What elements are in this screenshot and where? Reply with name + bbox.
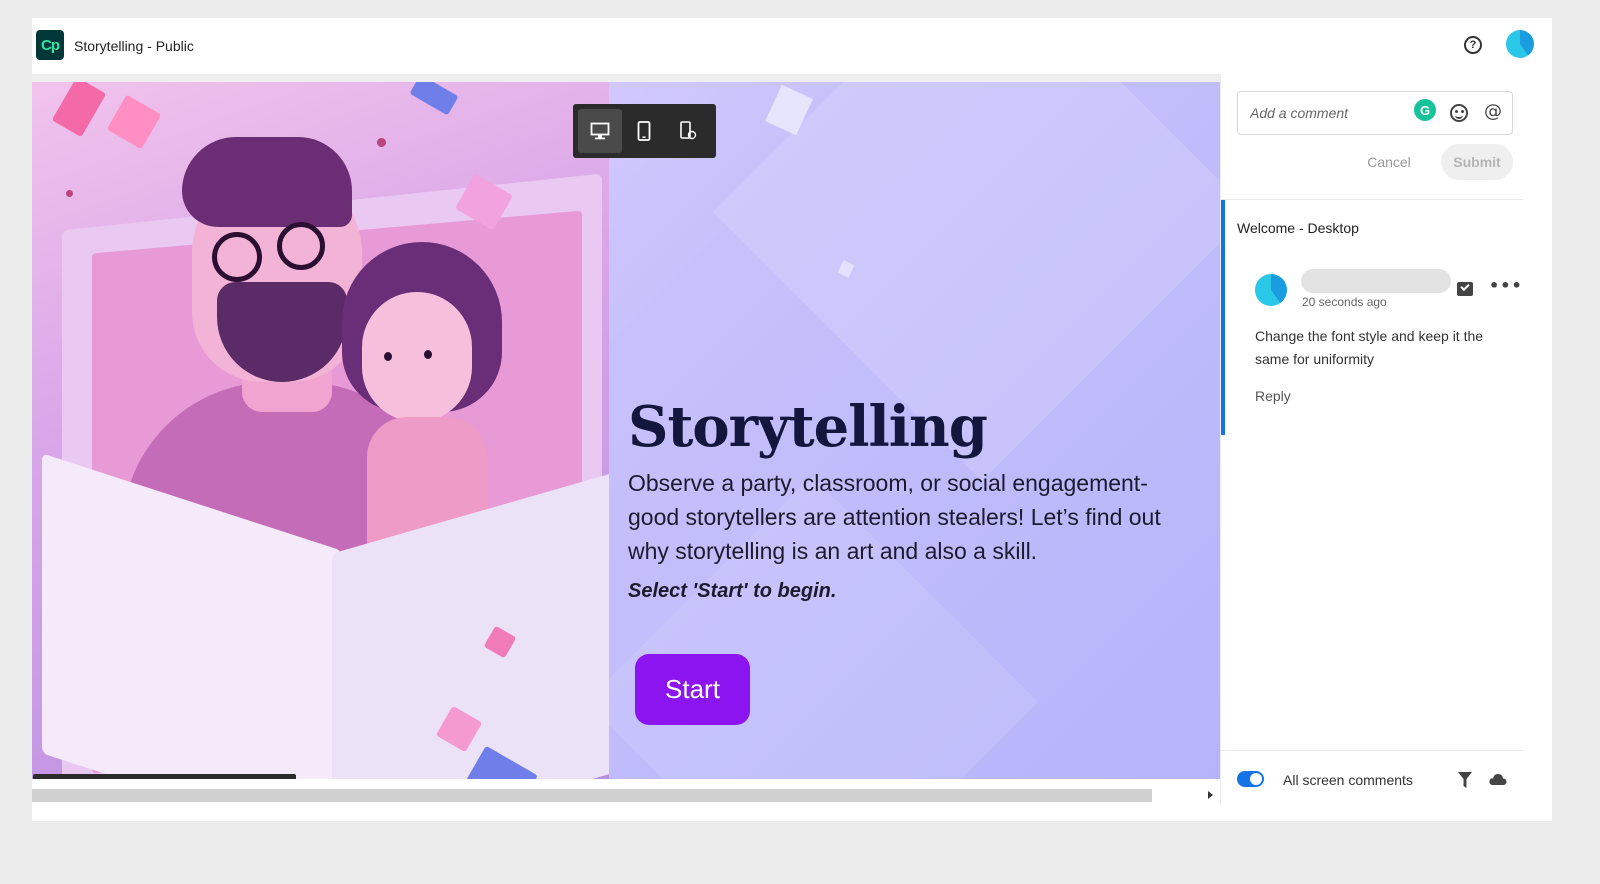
grammarly-icon[interactable]: G [1414, 99, 1436, 121]
comments-panel: G @ Cancel Submit Welcome - Desktop 20 s… [1220, 74, 1523, 804]
slide-prompt: Select 'Start' to begin. [628, 580, 837, 602]
scroll-right-arrow-icon[interactable] [1208, 791, 1213, 799]
play-icon[interactable] [39, 774, 80, 779]
thread-selected-accent [1221, 200, 1225, 435]
comment-thread[interactable]: Welcome - Desktop 20 seconds ago ••• Cha… [1221, 200, 1523, 435]
start-button[interactable]: Start [635, 654, 750, 725]
thread-title: Welcome - Desktop [1237, 220, 1359, 236]
project-title: Storytelling - Public [74, 38, 194, 54]
panel-footer: All screen comments [1221, 750, 1523, 804]
commenter-avatar [1255, 274, 1287, 306]
glasses-right-lens [277, 222, 325, 270]
resolve-comment-icon[interactable] [1457, 282, 1473, 296]
playbar [33, 774, 296, 779]
mobile-rotate-view-button[interactable] [666, 109, 710, 153]
cancel-button[interactable]: Cancel [1357, 146, 1421, 178]
girl-eye [424, 350, 432, 359]
next-slide-icon[interactable] [122, 774, 163, 779]
cloud-icon[interactable] [1489, 772, 1507, 791]
glasses-left-lens [212, 232, 262, 282]
stage-top-strip [32, 74, 1220, 82]
device-preview-toolbar [573, 104, 716, 158]
tablet-view-button[interactable] [622, 109, 666, 153]
slide-body-text: Observe a party, classroom, or social en… [628, 470, 1161, 564]
desktop-icon [590, 122, 610, 140]
all-screen-comments-label: All screen comments [1283, 772, 1413, 788]
floating-dot [64, 188, 75, 199]
submit-button[interactable]: Submit [1441, 144, 1513, 180]
all-screen-comments-toggle[interactable] [1237, 771, 1264, 787]
top-bar: Cp Storytelling - Public ? [32, 18, 1552, 74]
floating-cube [409, 82, 459, 116]
floating-dot [375, 136, 388, 149]
floating-cube [51, 82, 107, 138]
scrollbar-thumb[interactable] [32, 789, 1152, 802]
volume-icon[interactable] [163, 774, 204, 779]
floating-cube [106, 94, 162, 150]
father-hair [182, 137, 352, 227]
slide-title: Storytelling [628, 394, 988, 460]
captivate-logo: Cp [36, 30, 64, 60]
toc-menu-icon[interactable] [204, 774, 245, 779]
comment-timestamp: 20 seconds ago [1302, 295, 1387, 309]
comment-composer: G @ [1237, 91, 1513, 135]
reply-link[interactable]: Reply [1255, 388, 1291, 404]
girl-eye [384, 352, 392, 361]
collapse-chevron-icon[interactable] [255, 774, 296, 779]
emoji-icon[interactable] [1450, 104, 1468, 122]
filter-icon[interactable] [1457, 771, 1473, 794]
rewind-icon[interactable] [80, 774, 121, 779]
mobile-rotate-icon [680, 121, 697, 140]
girl-face [362, 292, 472, 422]
more-options-icon[interactable]: ••• [1489, 276, 1523, 295]
comment-text: Change the font style and keep it the sa… [1255, 328, 1484, 367]
storytelling-illustration [32, 82, 609, 779]
slide-stage: Storytelling Observe a party, classroom,… [32, 82, 1220, 779]
app-window: Cp Storytelling - Public ? Storytelling … [32, 18, 1552, 821]
help-icon[interactable]: ? [1464, 36, 1482, 54]
commenter-name-redacted [1301, 269, 1451, 293]
user-avatar[interactable] [1506, 30, 1534, 58]
tablet-icon [637, 121, 651, 141]
desktop-view-button[interactable] [578, 109, 622, 153]
comment-input[interactable] [1250, 101, 1410, 125]
mention-icon[interactable]: @ [1484, 101, 1502, 122]
horizontal-scrollbar[interactable] [32, 788, 1220, 802]
